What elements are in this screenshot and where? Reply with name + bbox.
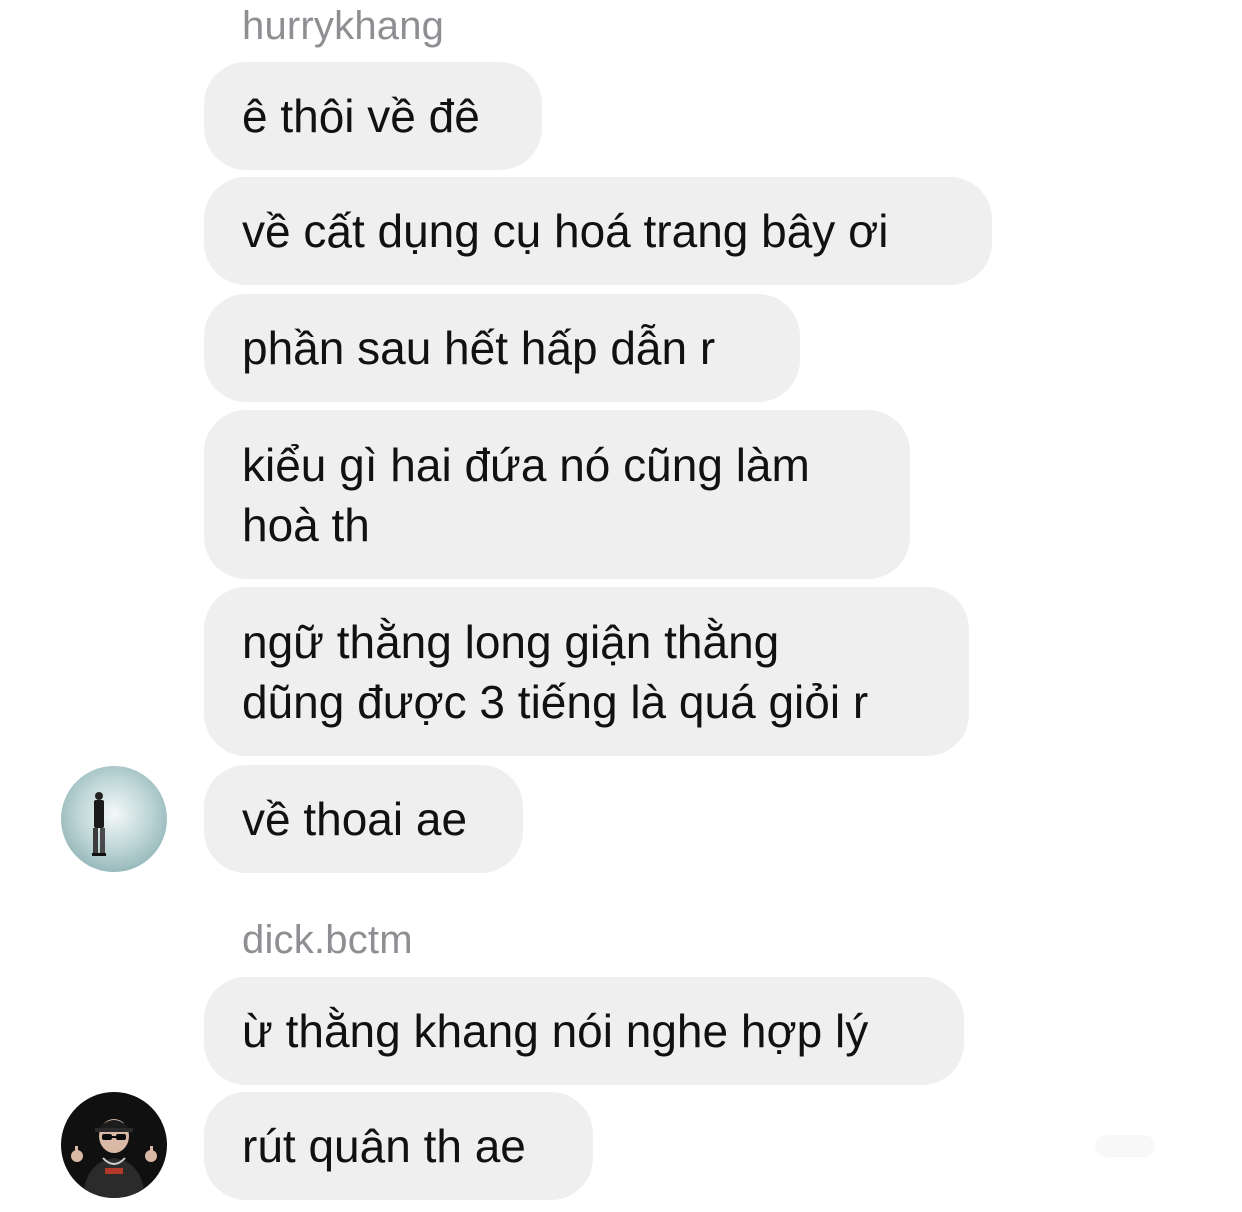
user-avatar-icon[interactable] xyxy=(61,1092,167,1198)
message-text: ừ thằng khang nói nghe hợp lý xyxy=(242,1005,869,1057)
message-text: ê thôi về đê xyxy=(242,90,480,142)
message-text: về thoai ae xyxy=(242,793,468,845)
message-text-line: kiểu gì hai đứa nó cũng làm xyxy=(242,438,810,491)
sender-name[interactable]: dick.bctm xyxy=(242,920,413,960)
message-bubble[interactable]: về thoai ae xyxy=(204,765,523,873)
message-bubble[interactable]: phần sau hết hấp dẫn r xyxy=(204,294,800,402)
message-bubble[interactable]: ừ thằng khang nói nghe hợp lý xyxy=(204,977,964,1085)
message-bubble[interactable]: ê thôi về đê xyxy=(204,62,542,170)
message-text: về cất dụng cụ hoá trang bây ơi xyxy=(242,205,889,257)
message-bubble[interactable]: ngữ thằng long giận thằng dũng được 3 ti… xyxy=(204,587,969,756)
message-text: rút quân th ae xyxy=(242,1120,526,1172)
message-text-line: dũng được 3 tiếng là quá giỏi r xyxy=(242,675,869,728)
reaction-hint xyxy=(1095,1135,1155,1157)
message-bubble[interactable]: rút quân th ae xyxy=(204,1092,593,1200)
sender-name[interactable]: hurrykhang xyxy=(242,6,444,46)
message-text-line: hoà th xyxy=(242,498,370,551)
message-text: phần sau hết hấp dẫn r xyxy=(242,322,716,374)
user-avatar-icon[interactable] xyxy=(61,766,167,872)
message-bubble[interactable]: về cất dụng cụ hoá trang bây ơi xyxy=(204,177,992,285)
message-text-line: ngữ thằng long giận thằng xyxy=(242,615,780,668)
message-bubble[interactable]: kiểu gì hai đứa nó cũng làm hoà th xyxy=(204,410,910,579)
